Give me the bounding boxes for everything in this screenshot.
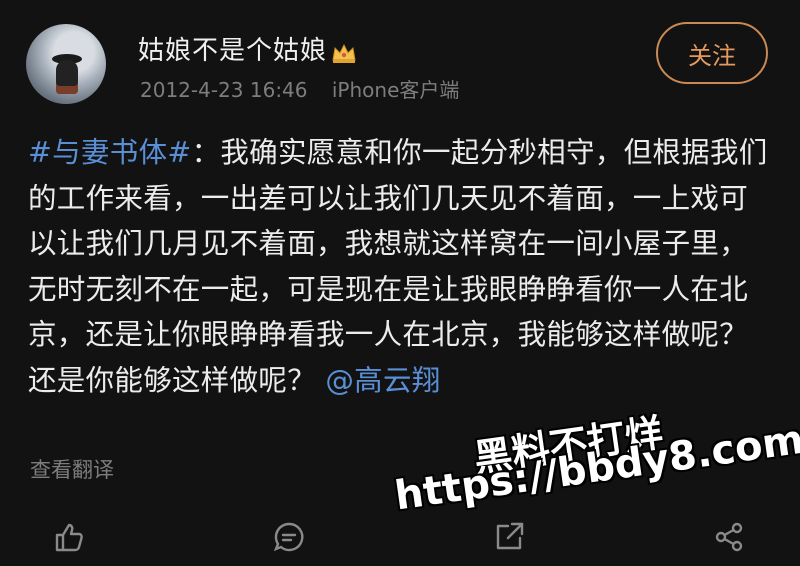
- avatar-figure: [56, 60, 78, 94]
- share-icon[interactable]: [712, 520, 746, 554]
- post-timestamp: 2012-4-23 16:46: [140, 78, 308, 102]
- translate-link[interactable]: 查看翻译: [30, 454, 114, 484]
- crown-icon: [331, 41, 357, 63]
- mention-link[interactable]: @高云翔: [325, 364, 440, 397]
- like-icon[interactable]: [52, 520, 86, 554]
- follow-button[interactable]: 关注: [656, 22, 768, 84]
- topic-link[interactable]: #与妻书体#: [28, 136, 192, 169]
- username-text[interactable]: 姑娘不是个姑娘: [138, 36, 327, 66]
- avatar[interactable]: [26, 24, 106, 104]
- username[interactable]: 姑娘不是个姑娘: [138, 30, 357, 67]
- post-content: #与妻书体#：我确实愿意和你一起分秒相守，但根据我们的工作来看，一出差可以让我们…: [28, 130, 772, 403]
- repost-icon[interactable]: [492, 520, 526, 554]
- watermark-line-2: https://bbdy8.com: [392, 416, 800, 520]
- comment-icon[interactable]: [272, 520, 306, 554]
- post-meta: 2012-4-23 16:46 iPhone客户端: [140, 74, 477, 103]
- watermark-line-1: 黑料不打烊: [471, 410, 666, 481]
- post-source: iPhone客户端: [331, 78, 460, 102]
- post-body-text: ：我确实愿意和你一起分秒相守，但根据我们的工作来看，一出差可以让我们几天见不着面…: [28, 136, 768, 397]
